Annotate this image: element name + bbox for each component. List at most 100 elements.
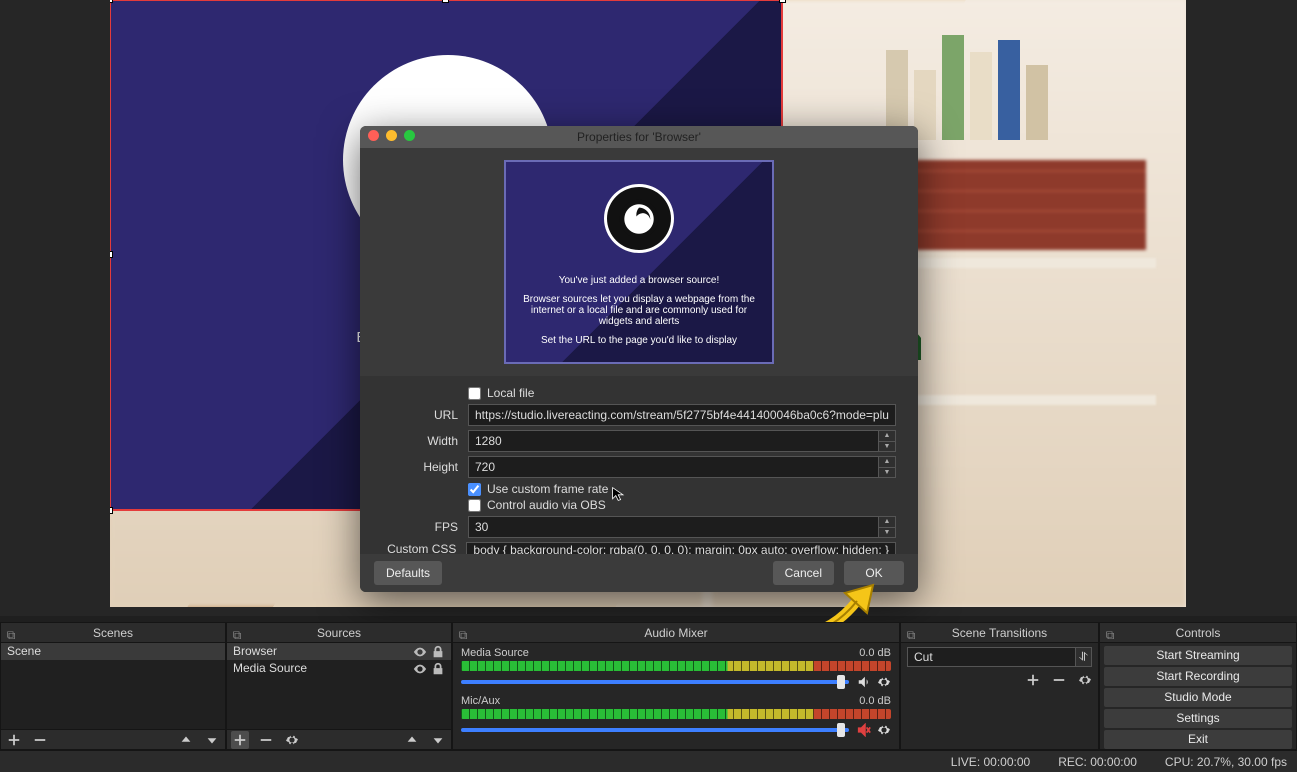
local-file-checkbox-row: Local file — [468, 386, 896, 400]
source-name: Browser — [233, 643, 277, 660]
mini-line1: You've just added a browser source! — [559, 275, 720, 286]
dialog-title: Properties for 'Browser' — [577, 130, 701, 144]
window-traffic-lights[interactable] — [368, 130, 415, 141]
custom-fps-label: Use custom frame rate — [487, 482, 608, 496]
control-audio-checkbox[interactable] — [468, 499, 481, 512]
source-settings-button[interactable] — [283, 731, 301, 749]
speaker-icon[interactable] — [857, 675, 871, 689]
gear-icon[interactable] — [877, 675, 891, 689]
dialog-form: Local file URL Width ▲▼ Height ▲▼ Use cu… — [360, 376, 918, 554]
zoom-window-icon[interactable] — [404, 130, 415, 141]
eye-icon[interactable] — [413, 662, 427, 676]
defaults-button[interactable]: Defaults — [374, 561, 442, 585]
audio-meter — [461, 661, 891, 671]
docks: ⧉ Scenes Scene ⧉ Sources Browser Media Sou… — [0, 622, 1297, 750]
move-source-up-button[interactable] — [403, 731, 421, 749]
popout-icon[interactable]: ⧉ — [905, 625, 917, 637]
mixer-track: Mic/Aux 0.0 dB — [461, 695, 891, 737]
start-streaming-button[interactable]: Start Streaming — [1104, 646, 1292, 665]
control-audio-label: Control audio via OBS — [487, 498, 606, 512]
scenes-dock: ⧉ Scenes Scene — [0, 622, 226, 750]
transition-settings-button[interactable] — [1078, 673, 1092, 690]
height-step-down[interactable]: ▼ — [878, 467, 896, 479]
height-input[interactable] — [468, 456, 878, 478]
add-source-button[interactable] — [231, 731, 249, 749]
remove-transition-button[interactable] — [1052, 673, 1066, 690]
move-source-down-button[interactable] — [429, 731, 447, 749]
properties-dialog: Properties for 'Browser' You've just add… — [360, 126, 918, 592]
popout-icon[interactable]: ⧉ — [231, 625, 243, 637]
status-live: LIVE: 00:00:00 — [951, 755, 1030, 769]
height-label: Height — [382, 460, 458, 474]
height-step-up[interactable]: ▲ — [878, 456, 896, 467]
fps-step-up[interactable]: ▲ — [878, 516, 896, 527]
lock-icon[interactable] — [431, 662, 445, 676]
speaker-muted-icon[interactable] — [857, 723, 871, 737]
sources-list[interactable]: Browser Media Source — [227, 643, 451, 729]
source-row[interactable]: Browser — [227, 643, 451, 660]
exit-button[interactable]: Exit — [1104, 730, 1292, 749]
mixer-track: Media Source0.0 dB — [461, 647, 891, 689]
remove-scene-button[interactable] — [31, 731, 49, 749]
scenes-list[interactable]: Scene — [1, 643, 225, 729]
width-step-up[interactable]: ▲ — [878, 430, 896, 441]
add-transition-button[interactable] — [1026, 673, 1040, 690]
width-step-down[interactable]: ▼ — [878, 441, 896, 453]
settings-button[interactable]: Settings — [1104, 709, 1292, 728]
volume-slider[interactable] — [461, 728, 849, 732]
fps-step-down[interactable]: ▼ — [878, 527, 896, 539]
ok-button[interactable]: OK — [844, 561, 904, 585]
mini-line3: Set the URL to the page you'd like to di… — [541, 335, 737, 346]
lock-icon[interactable] — [431, 645, 445, 659]
popout-icon[interactable]: ⧉ — [1104, 625, 1116, 637]
studio-mode-button[interactable]: Studio Mode — [1104, 688, 1292, 707]
sources-title: Sources — [317, 626, 361, 640]
remove-source-button[interactable] — [257, 731, 275, 749]
scenes-title: Scenes — [93, 626, 133, 640]
scenes-toolbar — [1, 729, 225, 749]
width-label: Width — [382, 434, 458, 448]
add-scene-button[interactable] — [5, 731, 23, 749]
transitions-title: Scene Transitions — [952, 626, 1047, 640]
transitions-dock: ⧉ Scene Transitions ⥯ — [900, 622, 1099, 750]
eye-icon[interactable] — [413, 645, 427, 659]
chevron-updown-icon[interactable]: ⥯ — [1076, 647, 1092, 667]
fps-input[interactable] — [468, 516, 878, 538]
transition-select[interactable] — [907, 647, 1076, 667]
gear-icon[interactable] — [877, 723, 891, 737]
minimize-window-icon[interactable] — [386, 130, 397, 141]
local-file-checkbox[interactable] — [468, 387, 481, 400]
mini-line2: Browser sources let you display a webpag… — [518, 294, 760, 327]
preview-bricks — [896, 160, 1146, 250]
track-name: Media Source — [461, 647, 529, 659]
status-rec: REC: 00:00:00 — [1058, 755, 1137, 769]
preview-bookshelf — [886, 10, 1136, 140]
status-bar: LIVE: 00:00:00 REC: 00:00:00 CPU: 20.7%,… — [0, 750, 1297, 772]
cancel-button[interactable]: Cancel — [773, 561, 834, 585]
controls-dock: ⧉Controls Start Streaming Start Recordin… — [1099, 622, 1297, 750]
scene-name: Scene — [7, 643, 41, 660]
customcss-input[interactable]: body { background-color: rgba(0, 0, 0, 0… — [466, 542, 896, 554]
volume-slider[interactable] — [461, 680, 849, 684]
track-db: 0.0 dB — [859, 695, 891, 707]
popout-icon[interactable]: ⧉ — [457, 625, 469, 637]
start-recording-button[interactable]: Start Recording — [1104, 667, 1292, 686]
scene-row[interactable]: Scene — [1, 643, 225, 660]
track-name: Mic/Aux — [461, 695, 500, 707]
audio-mixer-dock: ⧉Audio Mixer Media Source0.0 dB Mic/Aux0… — [452, 622, 900, 750]
sources-toolbar — [227, 729, 451, 749]
url-label: URL — [382, 408, 458, 422]
custom-fps-checkbox[interactable] — [468, 483, 481, 496]
width-input[interactable] — [468, 430, 878, 452]
obs-logo-icon — [604, 184, 674, 253]
move-scene-down-button[interactable] — [203, 731, 221, 749]
source-row[interactable]: Media Source — [227, 660, 451, 677]
close-window-icon[interactable] — [368, 130, 379, 141]
url-input[interactable] — [468, 404, 896, 426]
audio-meter — [461, 709, 891, 719]
fps-label: FPS — [382, 520, 458, 534]
dialog-preview: You've just added a browser source! Brow… — [360, 148, 918, 376]
move-scene-up-button[interactable] — [177, 731, 195, 749]
popout-icon[interactable]: ⧉ — [5, 625, 17, 637]
dialog-titlebar[interactable]: Properties for 'Browser' — [360, 126, 918, 148]
